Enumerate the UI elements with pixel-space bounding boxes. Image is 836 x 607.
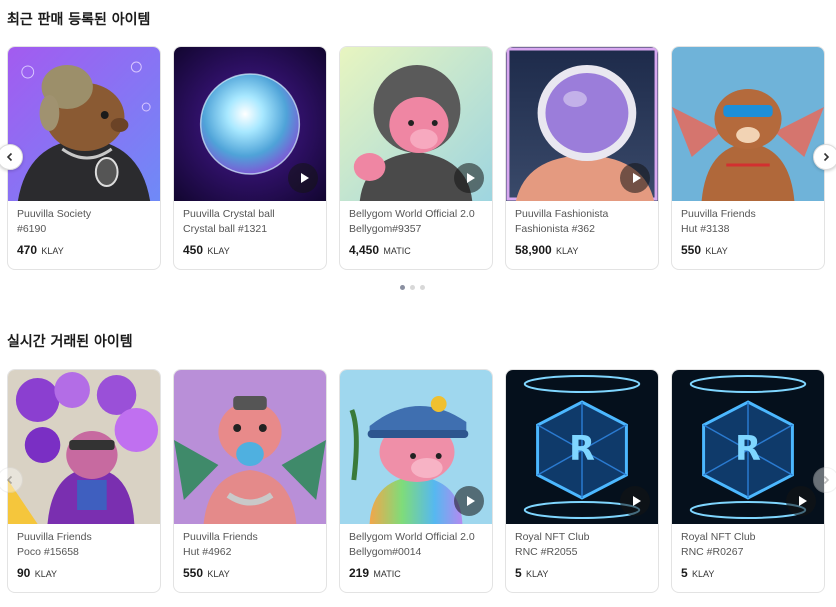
item-collection: Bellygom World Official 2.0 [349,531,475,543]
play-icon[interactable] [454,163,484,193]
item-card[interactable]: Puuvilla Friends Hut #4962 550 KLAY [173,369,327,593]
item-token-id: RNC #R0267 [681,546,744,558]
svg-text:R: R [735,429,761,468]
item-image [8,47,160,201]
item-collection: Puuvilla Society [17,208,92,220]
item-price: 5 KLAY [515,566,649,582]
item-token-id: Bellygom#9357 [349,223,422,235]
play-icon[interactable] [454,486,484,516]
price-value: 5 [681,566,688,580]
item-image [340,47,492,201]
item-image [340,370,492,524]
price-value: 470 [17,243,38,257]
price-value: 450 [183,243,204,257]
item-card[interactable]: Puuvilla Society #6190 470 KLAY [7,46,161,270]
play-icon[interactable] [620,163,650,193]
live-items-carousel: Puuvilla Friends Poco #15658 90 KLAY Puu… [0,369,836,594]
item-card[interactable]: R Royal NFT Club RNC #R0267 5 KLAY [671,369,825,593]
live-items-title: 실시간 거래된 아이템 [7,334,133,350]
item-price: 550 KLAY [681,243,815,259]
price-currency: MATIC [373,569,401,579]
carousel-next-button[interactable] [813,144,836,170]
price-value: 550 [681,243,702,257]
item-price: 450 KLAY [183,243,317,259]
price-currency: KLAY [34,569,58,579]
play-icon[interactable] [288,163,318,193]
chevron-right-icon [823,475,830,485]
pagination-dot[interactable] [420,285,425,290]
price-currency: KLAY [41,246,64,256]
price-currency: KLAY [556,246,579,256]
item-image [174,47,326,201]
price-currency: KLAY [207,569,230,579]
price-value: 90 [17,566,31,580]
svg-text:R: R [569,429,595,468]
item-image [506,47,658,201]
item-price: 550 KLAY [183,566,317,582]
item-price: 90 KLAY [17,566,151,582]
item-token-id: Bellygom#0014 [349,546,422,558]
carousel-next-button[interactable] [813,467,836,493]
item-price: 470 KLAY [17,243,151,259]
item-card[interactable]: Puuvilla Crystal ball Crystal ball #1321… [173,46,327,270]
item-token-id: RNC #R2055 [515,546,578,558]
pagination-dot[interactable] [410,285,415,290]
item-collection: Puuvilla Friends [681,208,756,220]
item-collection: Puuvilla Fashionista [515,208,609,220]
item-collection: Royal NFT Club [515,531,590,543]
chevron-left-icon [6,475,13,485]
item-price: 4,450 MATIC [349,243,483,259]
item-image: R [672,370,824,524]
item-image: R [506,370,658,524]
item-card[interactable]: R Royal NFT Club RNC #R2055 5 KLAY [505,369,659,593]
item-collection: Royal NFT Club [681,531,756,543]
item-image [672,47,824,201]
item-token-id: #6190 [17,223,47,235]
recent-items-carousel: Puuvilla Society #6190 470 KLAY Puuvilla… [0,46,836,271]
carousel-pagination [400,285,425,290]
play-icon[interactable] [786,486,816,516]
price-value: 550 [183,566,204,580]
item-token-id: Fashionista #362 [515,223,595,235]
price-value: 219 [349,566,370,580]
item-token-id: Crystal ball #1321 [183,223,268,235]
item-image [174,370,326,524]
item-token-id: Poco #15658 [17,546,79,558]
item-collection: Bellygom World Official 2.0 [349,208,475,220]
item-price: 5 KLAY [681,566,815,582]
item-price: 219 MATIC [349,566,483,582]
price-currency: KLAY [705,246,728,256]
item-card[interactable]: Bellygom World Official 2.0 Bellygom#935… [339,46,493,270]
item-token-id: Hut #4962 [183,546,232,558]
price-currency: KLAY [692,569,715,579]
item-collection: Puuvilla Friends [183,531,258,543]
chevron-left-icon [6,152,13,162]
item-collection: Puuvilla Crystal ball [183,208,275,220]
pagination-dot[interactable] [400,285,405,290]
price-currency: KLAY [207,246,230,256]
item-token-id: Hut #3138 [681,223,730,235]
recent-items-title: 최근 판매 등록된 아이템 [7,12,151,28]
price-value: 58,900 [515,243,552,257]
price-currency: KLAY [526,569,549,579]
item-collection: Puuvilla Friends [17,531,92,543]
chevron-right-icon [823,152,830,162]
item-card[interactable]: Puuvilla Fashionista Fashionista #362 58… [505,46,659,270]
item-image [8,370,160,524]
item-card[interactable]: Puuvilla Friends Hut #3138 550 KLAY [671,46,825,270]
play-icon[interactable] [620,486,650,516]
item-price: 58,900 KLAY [515,243,649,259]
price-value: 5 [515,566,522,580]
item-card[interactable]: Bellygom World Official 2.0 Bellygom#001… [339,369,493,593]
item-card[interactable]: Puuvilla Friends Poco #15658 90 KLAY [7,369,161,593]
price-value: 4,450 [349,243,380,257]
price-currency: MATIC [383,246,411,256]
